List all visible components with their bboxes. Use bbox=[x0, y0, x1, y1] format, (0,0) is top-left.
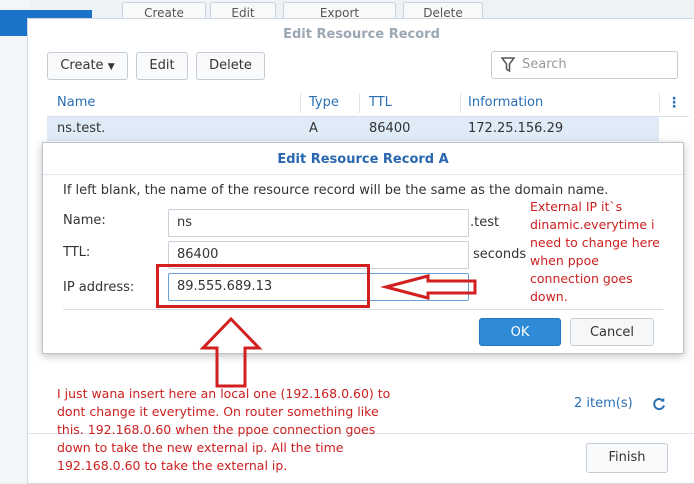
right-annotation: External IP it`s dinamic.everytime i nee… bbox=[530, 198, 660, 306]
annotation-line: External IP it`s bbox=[530, 199, 623, 214]
annotation-line: connection goes bbox=[530, 271, 633, 286]
annotation-line: need to change here bbox=[530, 235, 660, 250]
annotation-line: down to take the new external ip. All th… bbox=[57, 440, 344, 455]
annotation-line: dont change it everytime. On router some… bbox=[57, 404, 379, 419]
annotation-line: 192.168.0.60 to take the external ip. bbox=[57, 458, 288, 473]
annotation-line: when ppoe bbox=[530, 253, 599, 268]
arrow-left-icon bbox=[380, 274, 477, 300]
annotation-line: down. bbox=[530, 289, 568, 304]
bottom-annotation: I just wana insert here an local one (19… bbox=[57, 385, 390, 475]
annotation-line: I just wana insert here an local one (19… bbox=[57, 386, 391, 401]
annotation-line: this. 192.168.0.60 when the ppoe connect… bbox=[57, 422, 376, 437]
annotation-line: dinamic.everytime i bbox=[530, 217, 655, 232]
arrow-up-icon bbox=[199, 316, 263, 388]
